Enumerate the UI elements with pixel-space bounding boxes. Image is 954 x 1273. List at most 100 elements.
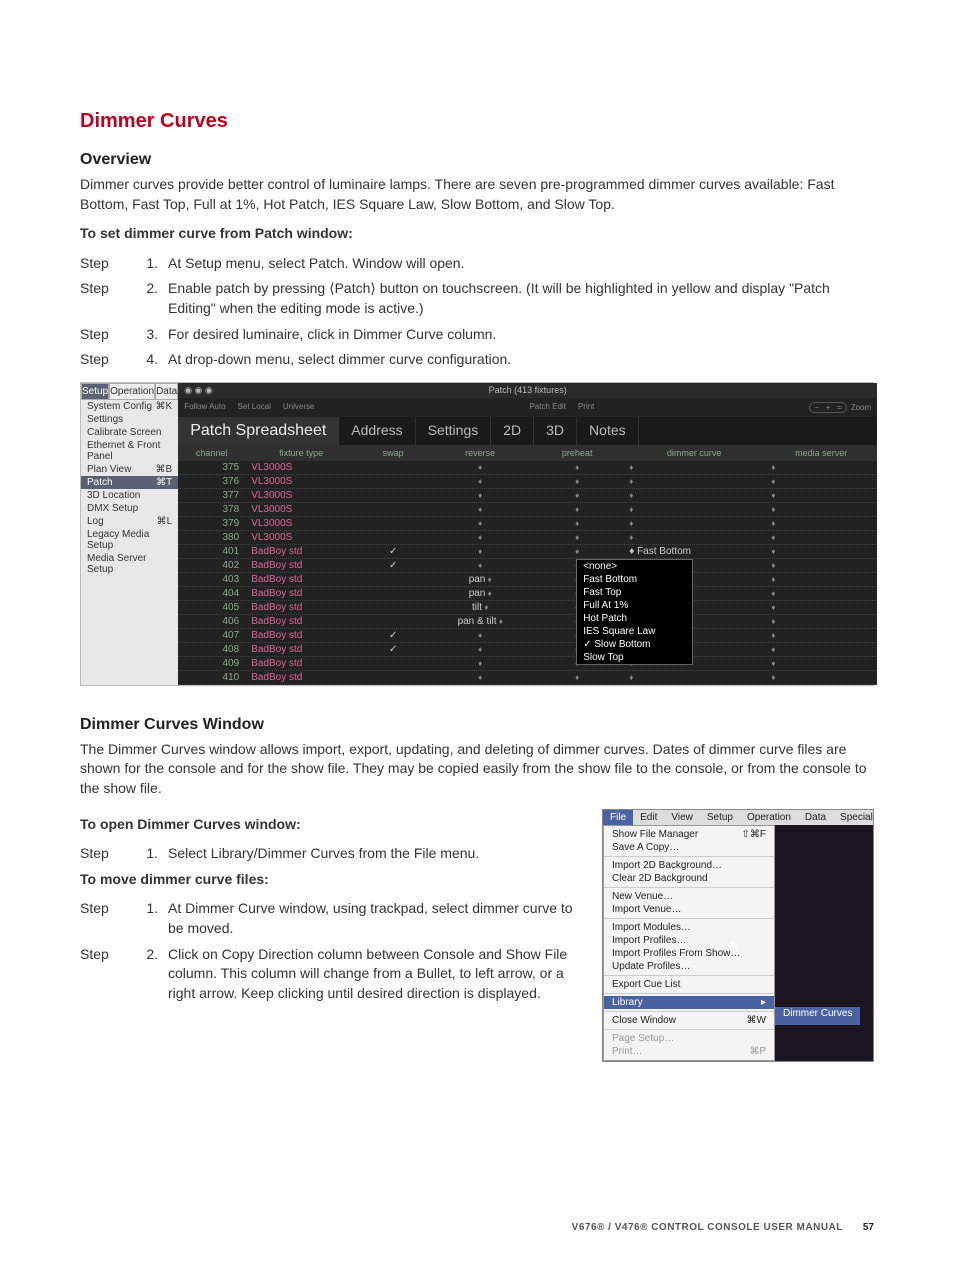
step-row: Step3.For desired luminaire, click in Di… bbox=[80, 325, 874, 345]
file-menu-item[interactable]: Close Window⌘W bbox=[604, 1014, 774, 1027]
steps-list-1: Step1.At Setup menu, select Patch. Windo… bbox=[80, 254, 874, 370]
section-title: Dimmer Curves bbox=[80, 110, 874, 133]
file-menu-item[interactable]: Update Profiles… bbox=[604, 960, 774, 973]
file-menu-dropdown[interactable]: Show File Manager⇧⌘FSave A Copy… Import 2… bbox=[603, 825, 775, 1061]
menubar-item[interactable]: Setup bbox=[700, 810, 740, 825]
page-footer: V676® / V476® CONTROL CONSOLE USER MANUA… bbox=[80, 1222, 874, 1233]
sidebar-menu-item[interactable]: DMX Setup bbox=[81, 502, 178, 515]
col-reverse: reverse bbox=[429, 445, 531, 461]
setup-sidebar: SetupOperationData System Config⌘KSettin… bbox=[81, 383, 178, 685]
menubar-item[interactable]: Edit bbox=[633, 810, 664, 825]
patch-tab[interactable]: Notes bbox=[577, 417, 639, 445]
step-row: Step2.Enable patch by pressing ⟨Patch⟩ b… bbox=[80, 279, 874, 318]
table-row[interactable]: 379VL3000S ♦ ♦ ♦ ♦ bbox=[178, 517, 877, 531]
menubar-item[interactable]: File bbox=[603, 810, 633, 825]
table-row[interactable]: 401BadBoy std✓ ♦ ♦♦ Fast Bottom ♦ bbox=[178, 545, 877, 559]
table-row[interactable]: 406BadBoy stdpan & tilt ♦ ♦ ♦ ♦ bbox=[178, 615, 877, 629]
dropdown-option[interactable]: Fast Bottom bbox=[577, 573, 692, 586]
toolbar-item[interactable]: Follow Auto bbox=[184, 402, 225, 413]
table-row[interactable]: 375VL3000S ♦ ♦ ♦ ♦ bbox=[178, 461, 877, 475]
dropdown-option[interactable]: Slow Top bbox=[577, 651, 692, 664]
file-menu-item[interactable]: Save A Copy… bbox=[604, 841, 774, 854]
patch-tab[interactable]: Address bbox=[339, 417, 415, 445]
table-row[interactable]: 409BadBoy std ♦ ♦ ♦ ♦ bbox=[178, 657, 877, 671]
table-row[interactable]: 377VL3000S ♦ ♦ ♦ ♦ bbox=[178, 489, 877, 503]
menubar-item[interactable]: Special bbox=[833, 810, 880, 825]
dropdown-option[interactable]: Slow Bottom bbox=[577, 638, 692, 651]
dropdown-option[interactable]: Full At 1% bbox=[577, 599, 692, 612]
dropdown-option[interactable]: Hot Patch bbox=[577, 612, 692, 625]
sidebar-menu-item[interactable]: Patch⌘T bbox=[81, 476, 178, 489]
sidebar-tab[interactable]: Data bbox=[155, 383, 178, 400]
table-row[interactable]: 404BadBoy stdpan ♦ ♦ ♦ ♦ bbox=[178, 587, 877, 601]
table-row[interactable]: 378VL3000S ♦ ♦ ♦ ♦ bbox=[178, 503, 877, 517]
dimmer-curve-dropdown[interactable]: <none>Fast BottomFast TopFull At 1%Hot P… bbox=[576, 559, 693, 665]
table-row[interactable]: 402BadBoy std✓ ♦ ♦♦ Fast Bottom ♦ bbox=[178, 559, 877, 573]
sidebar-menu-item[interactable]: System Config⌘K bbox=[81, 400, 178, 413]
step-row: Step1.Select Library/Dimmer Curves from … bbox=[80, 844, 582, 864]
sidebar-menu-item[interactable]: Media Server Setup bbox=[81, 552, 178, 576]
patch-tab[interactable]: Settings bbox=[416, 417, 492, 445]
file-menu-item[interactable]: Import Venue… bbox=[604, 903, 774, 916]
file-menu-screenshot: FileEditViewSetupOperationDataSpecial Sh… bbox=[602, 809, 874, 1062]
menubar-item[interactable]: Data bbox=[798, 810, 833, 825]
file-menu-item[interactable]: Import Profiles… bbox=[604, 934, 774, 947]
file-menu-item[interactable]: Import Profiles From Show… bbox=[604, 947, 774, 960]
overview-heading: Overview bbox=[80, 151, 874, 169]
sidebar-menu-item[interactable]: Ethernet & Front Panel bbox=[81, 439, 178, 463]
patch-window-screenshot: SetupOperationData System Config⌘KSettin… bbox=[80, 382, 874, 686]
sidebar-menu-item[interactable]: Settings bbox=[81, 413, 178, 426]
table-row[interactable]: 408BadBoy std✓ ♦ ♦ ♦ ♦ bbox=[178, 643, 877, 657]
sidebar-tab[interactable]: Setup bbox=[81, 383, 109, 400]
sidebar-tab[interactable]: Operation bbox=[109, 383, 155, 400]
dropdown-option[interactable]: IES Square Law bbox=[577, 625, 692, 638]
col-channel: channel bbox=[178, 445, 245, 461]
sidebar-menu-item[interactable]: Legacy Media Setup bbox=[81, 528, 178, 552]
file-menu-item[interactable]: New Venue… bbox=[604, 890, 774, 903]
toolbar-item[interactable]: Print bbox=[578, 402, 594, 413]
dcw-paragraph: The Dimmer Curves window allows import, … bbox=[80, 740, 874, 799]
sidebar-menu-item[interactable]: Log⌘L bbox=[81, 515, 178, 528]
footer-page-number: 57 bbox=[863, 1222, 874, 1233]
dropdown-option[interactable]: Fast Top bbox=[577, 586, 692, 599]
step-row: Step1.At Setup menu, select Patch. Windo… bbox=[80, 254, 874, 274]
toolbar-item[interactable]: Universe bbox=[283, 402, 315, 413]
sidebar-menu-item[interactable]: 3D Location bbox=[81, 489, 178, 502]
table-row[interactable]: 405BadBoy stdtilt ♦ ♦ ♦ ♦ bbox=[178, 601, 877, 615]
cursor-icon: ↖ bbox=[728, 938, 740, 954]
instruction-heading-2: To open Dimmer Curves window: bbox=[80, 815, 582, 835]
patch-window-body: ◉ ◉ ◉ Patch (413 fixtures) Follow AutoSe… bbox=[178, 383, 877, 685]
patch-tab[interactable]: Patch Spreadsheet bbox=[178, 417, 339, 445]
table-row[interactable]: 376VL3000S ♦ ♦ ♦ ♦ bbox=[178, 475, 877, 489]
patch-tab[interactable]: 2D bbox=[491, 417, 534, 445]
instruction-heading-1: To set dimmer curve from Patch window: bbox=[80, 224, 874, 244]
table-row[interactable]: 407BadBoy std✓ ♦ ♦ ♦ ♦ bbox=[178, 629, 877, 643]
file-menu-item[interactable]: Import Modules… bbox=[604, 921, 774, 934]
menubar-item[interactable]: View bbox=[664, 810, 700, 825]
sidebar-menu-item[interactable]: Plan View⌘B bbox=[81, 463, 178, 476]
steps-list-3: Step1.At Dimmer Curve window, using trac… bbox=[80, 899, 582, 1003]
step-row: Step4.At drop-down menu, select dimmer c… bbox=[80, 350, 874, 370]
file-menu-item[interactable]: Export Cue List bbox=[604, 978, 774, 991]
file-menu-item[interactable]: Show File Manager⇧⌘F bbox=[604, 828, 774, 841]
toolbar-item[interactable]: Set Local bbox=[238, 402, 271, 413]
sidebar-menu-item[interactable]: Calibrate Screen bbox=[81, 426, 178, 439]
dropdown-option[interactable]: <none> bbox=[577, 560, 692, 573]
patch-tab[interactable]: 3D bbox=[534, 417, 577, 445]
library-submenu-item[interactable]: Dimmer Curves bbox=[775, 1007, 860, 1025]
zoom-buttons[interactable]: − + = bbox=[809, 402, 846, 413]
file-menu-item[interactable]: Import 2D Background… bbox=[604, 859, 774, 872]
col-preheat: preheat bbox=[531, 445, 623, 461]
table-row[interactable]: 380VL3000S ♦ ♦ ♦ ♦ bbox=[178, 531, 877, 545]
menubar-item[interactable]: Operation bbox=[740, 810, 798, 825]
overview-paragraph: Dimmer curves provide better control of … bbox=[80, 175, 874, 214]
table-row[interactable]: 403BadBoy stdpan ♦ ♦ ♦ ♦ bbox=[178, 573, 877, 587]
step-row: Step2.Click on Copy Direction column bet… bbox=[80, 945, 582, 1004]
file-menu-item: Page Setup… bbox=[604, 1032, 774, 1045]
col-fixture-type: fixture type bbox=[245, 445, 357, 461]
file-menu-item[interactable]: Library▸ bbox=[604, 996, 774, 1009]
toolbar-item[interactable]: Patch Edit bbox=[529, 402, 565, 413]
file-menu-item[interactable]: Clear 2D Background bbox=[604, 872, 774, 885]
table-row[interactable]: 410BadBoy std ♦ ♦ ♦ ♦ bbox=[178, 671, 877, 685]
instruction-heading-3: To move dimmer curve files: bbox=[80, 870, 582, 890]
